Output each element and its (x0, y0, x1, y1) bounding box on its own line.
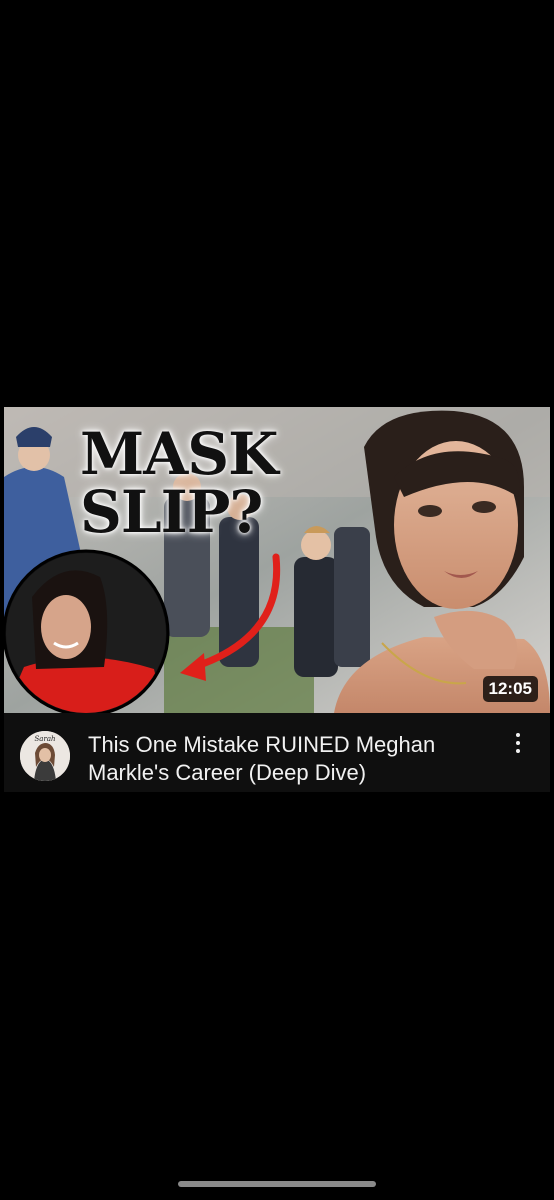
avatar-portrait-icon: Sarah (20, 731, 70, 781)
more-dot-middle (516, 741, 520, 745)
video-duration-badge: 12:05 (482, 676, 538, 702)
video-thumbnail[interactable]: MASK SLIP? 12:05 (4, 407, 550, 713)
video-title[interactable]: This One Mistake RUINED Meghan Markle's … (88, 731, 488, 787)
home-indicator[interactable] (178, 1181, 376, 1187)
screen: MASK SLIP? 12:05 Sarah This One Mistake … (0, 0, 554, 1200)
more-dot-top (516, 733, 520, 737)
more-options-icon[interactable] (508, 733, 528, 767)
thumbnail-headline: MASK SLIP? (80, 425, 278, 541)
thumbnail-headline-line2: SLIP? (80, 478, 263, 546)
more-dot-bottom (516, 749, 520, 753)
avatar-signature: Sarah (35, 735, 56, 743)
channel-avatar[interactable]: Sarah (20, 731, 70, 781)
video-card[interactable]: MASK SLIP? 12:05 Sarah This One Mistake … (4, 407, 550, 792)
thumbnail-headline-line1: MASK (80, 420, 278, 488)
video-meta-row: Sarah This One Mistake RUINED Meghan Mar… (4, 713, 550, 792)
